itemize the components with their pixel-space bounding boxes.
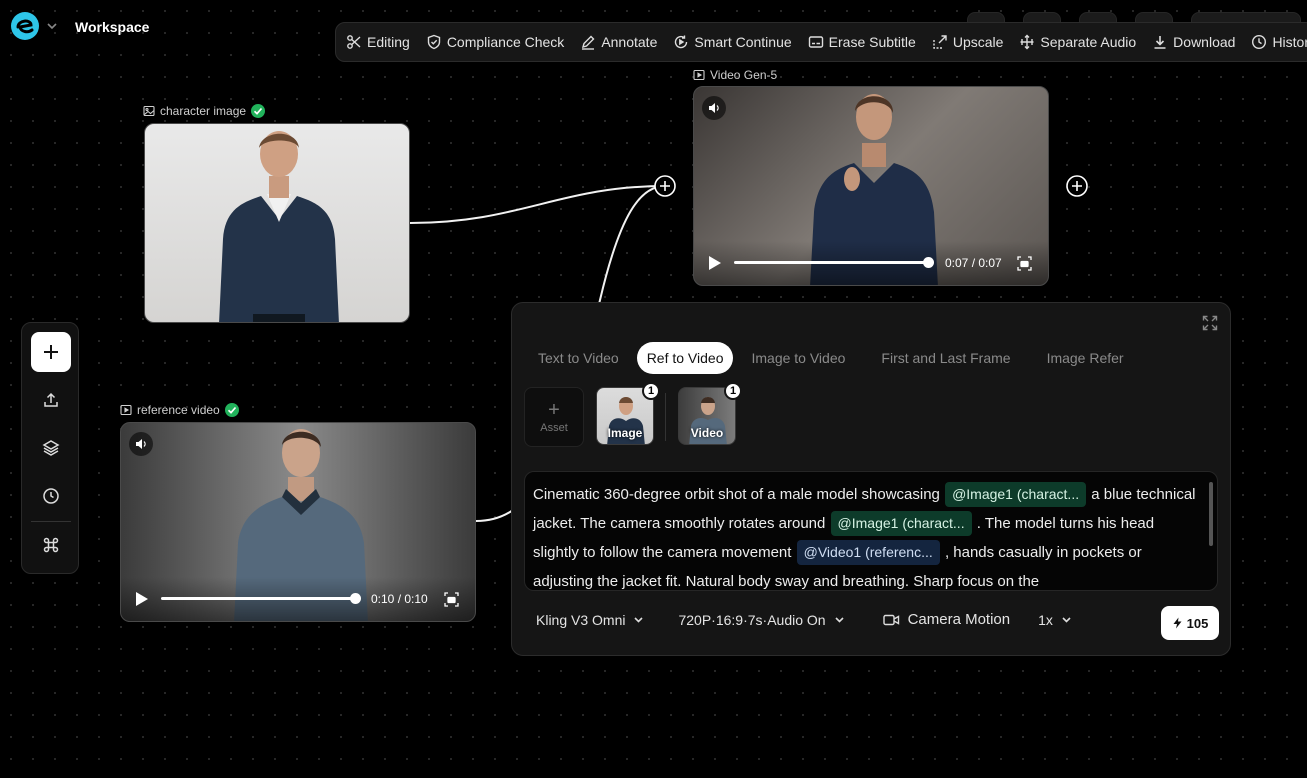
history-icon <box>1252 34 1267 50</box>
chevron-down-icon <box>835 617 844 623</box>
upload-icon <box>44 392 58 407</box>
video-gen-progress-track[interactable] <box>734 261 928 264</box>
tab-text-to-video[interactable]: Text to Video <box>528 342 629 374</box>
layers-tool-button[interactable] <box>31 428 71 468</box>
check-icon <box>224 403 239 417</box>
reference-video-time: 0:10 / 0:10 <box>371 592 428 606</box>
reference-video-controls: 0:10 / 0:10 <box>121 577 475 621</box>
model-select[interactable]: Kling V3 Omni <box>536 612 644 628</box>
plus-icon <box>44 345 58 359</box>
add-node-left-icon[interactable] <box>653 174 677 198</box>
tab-first-last-frame[interactable]: First and Last Frame <box>871 342 1020 374</box>
speaker-icon <box>709 103 719 113</box>
scissors-icon <box>347 35 361 49</box>
character-image-node[interactable] <box>144 123 410 323</box>
chevron-down-icon <box>1062 617 1071 623</box>
reference-video-progress-track[interactable] <box>161 597 355 600</box>
node-toolbar: Editing Compliance Check Annotate Smart … <box>335 22 1307 62</box>
ref-divider <box>665 393 666 441</box>
prompt-scrollbar[interactable] <box>1209 482 1213 546</box>
count-select[interactable]: 1x <box>1038 612 1072 628</box>
shield-check-icon <box>427 34 441 50</box>
tab-image-to-video[interactable]: Image to Video <box>741 342 855 374</box>
reference-video-seek-handle[interactable] <box>350 593 361 604</box>
generate-button[interactable]: 105 <box>1161 606 1219 640</box>
camera-motion-button[interactable]: Camera Motion <box>882 611 1010 628</box>
add-tool-button[interactable] <box>31 332 71 372</box>
generation-settings: Kling V3 Omni 720P·16:9·7s·Audio On Came… <box>536 611 1072 628</box>
chevron-down-icon <box>634 617 644 623</box>
separate-audio-button[interactable]: Separate Audio <box>1019 34 1136 50</box>
app-logo-icon[interactable] <box>10 11 40 41</box>
screenshot-icon[interactable] <box>1017 256 1032 271</box>
compliance-check-button[interactable]: Compliance Check <box>426 34 564 50</box>
camera-icon <box>882 614 899 625</box>
refresh-play-icon <box>675 35 688 49</box>
layers-icon <box>42 440 60 456</box>
tab-image-refer[interactable]: Image Refer <box>1037 342 1134 374</box>
mute-toggle[interactable] <box>129 432 153 456</box>
clock-icon <box>43 488 59 504</box>
expand-icon[interactable] <box>1202 315 1218 331</box>
erase-subtitle-button[interactable]: Erase Subtitle <box>808 34 916 50</box>
video-gen-seek-handle[interactable] <box>923 257 934 268</box>
video-icon <box>693 69 705 81</box>
play-icon[interactable] <box>135 591 149 607</box>
image-icon <box>143 105 155 117</box>
speaker-icon <box>136 439 146 449</box>
output-settings-select[interactable]: 720P·16:9·7s·Audio On <box>678 612 844 628</box>
left-toolbox <box>21 322 79 574</box>
lightning-icon <box>1173 617 1182 629</box>
audio-split-icon <box>1020 34 1034 50</box>
subtitle-icon <box>808 36 823 48</box>
editing-button[interactable]: Editing <box>346 34 410 50</box>
reference-video-node-label: reference video <box>120 403 239 417</box>
plus-icon: + <box>548 399 560 421</box>
upscale-icon <box>933 35 947 49</box>
mute-toggle[interactable] <box>702 96 726 120</box>
shortcuts-tool-button[interactable] <box>31 525 71 565</box>
upscale-button[interactable]: Upscale <box>932 34 1003 50</box>
video-gen-time: 0:07 / 0:07 <box>945 256 1002 270</box>
screenshot-icon[interactable] <box>444 592 459 607</box>
command-icon <box>43 537 59 553</box>
play-icon[interactable] <box>708 255 722 271</box>
download-icon <box>1154 36 1166 49</box>
mode-tabs: Text to Video Ref to Video Image to Vide… <box>528 342 1134 374</box>
video-gen-node[interactable]: 0:07 / 0:07 <box>693 86 1049 286</box>
video-icon <box>120 404 132 416</box>
toolbox-divider <box>31 521 71 522</box>
character-photo <box>219 131 339 322</box>
image-mention-chip[interactable]: @Image1 (charact... <box>830 511 972 536</box>
annotate-button[interactable]: Annotate <box>580 34 657 50</box>
pen-icon <box>582 35 595 50</box>
history-button[interactable]: History <box>1251 34 1307 50</box>
upload-tool-button[interactable] <box>31 380 71 420</box>
image-mention-chip[interactable]: @Image1 (charact... <box>945 482 1087 507</box>
add-node-right-icon[interactable] <box>1065 174 1089 198</box>
prompt-editor[interactable]: Cinematic 360-degree orbit shot of a mal… <box>524 471 1218 591</box>
generation-panel: Text to Video Ref to Video Image to Vide… <box>511 302 1231 656</box>
video-ref-count-badge: 1 <box>724 382 742 400</box>
history-tool-button[interactable] <box>31 476 71 516</box>
smart-continue-button[interactable]: Smart Continue <box>673 34 792 50</box>
check-icon <box>251 104 266 118</box>
workspace-title: Workspace <box>75 19 150 35</box>
image-ref-count-badge: 1 <box>642 382 660 400</box>
chevron-down-icon[interactable] <box>47 22 57 30</box>
reference-video-node[interactable]: 0:10 / 0:10 <box>120 422 476 622</box>
video-gen-controls: 0:07 / 0:07 <box>694 241 1048 285</box>
video-mention-chip[interactable]: @Video1 (referenc... <box>796 540 940 565</box>
tab-ref-to-video[interactable]: Ref to Video <box>636 342 734 374</box>
add-asset-button[interactable]: + Asset <box>524 387 584 447</box>
character-image-node-label: character image <box>143 104 266 118</box>
video-gen-node-label: Video Gen-5 <box>693 68 777 82</box>
download-button[interactable]: Download <box>1152 34 1235 50</box>
